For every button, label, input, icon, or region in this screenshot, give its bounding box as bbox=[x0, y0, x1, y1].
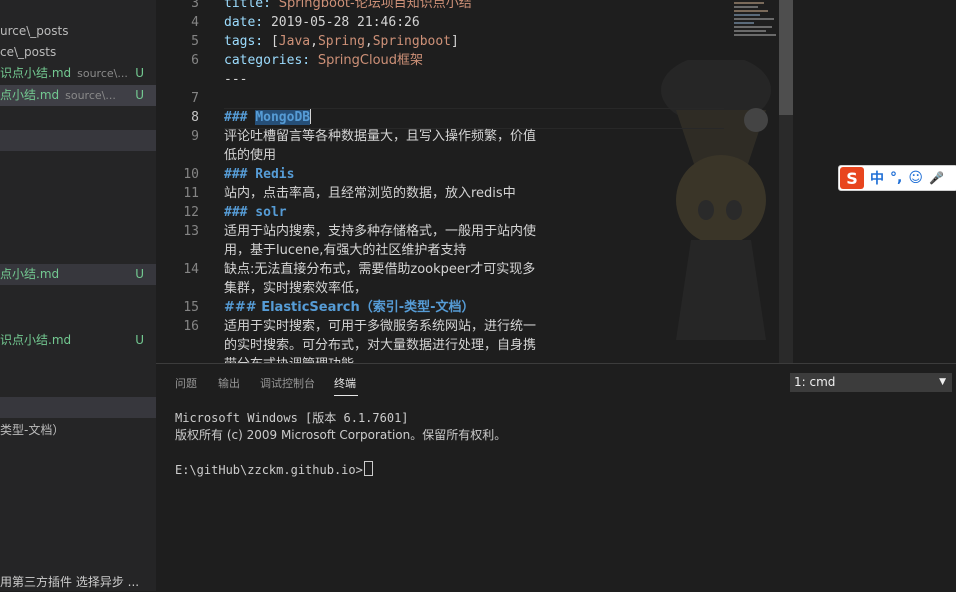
line-number: 3 bbox=[191, 0, 199, 11]
sidebar-item-posts-folder-2[interactable]: ce\_posts bbox=[0, 42, 156, 63]
text-caret bbox=[310, 109, 312, 124]
line-number: 13 bbox=[183, 224, 199, 239]
bottom-panel: 问题 输出 调试控制台 终端 1: cmd ▼ Microsoft Window… bbox=[156, 363, 956, 592]
sidebar-item-label: 点小结.md bbox=[0, 88, 60, 102]
terminal-prompt[interactable]: E:\gitHub\zzckm.github.io> bbox=[175, 461, 373, 479]
code-line: date: 2019-05-28 21:46:26 bbox=[224, 15, 420, 30]
word-highlight: MongoDB bbox=[255, 110, 311, 125]
editor[interactable]: 3 4 5 6 7 8 9 10 11 12 13 14 15 16 title… bbox=[156, 0, 956, 363]
git-untracked-badge: U bbox=[135, 333, 144, 347]
outline-item[interactable]: 类型-文档） bbox=[0, 420, 156, 441]
code-line: ### ElasticSearch（索引-类型-文档） bbox=[224, 300, 475, 315]
sidebar-item-file[interactable]: 点小结.md U bbox=[0, 264, 156, 285]
editor-scrollbar-thumb[interactable] bbox=[779, 0, 793, 115]
code-line-wrap: 用，基于lucene,有强大的社区维护者支持 bbox=[224, 243, 467, 258]
code-line: 适用于站内搜索，支持多种存储格式，一般用于站内使 bbox=[224, 224, 537, 239]
line-number-current: 8 bbox=[191, 110, 199, 125]
minimap[interactable] bbox=[734, 0, 782, 40]
terminal-line: 版权所有 (c) 2009 Microsoft Corporation。保留所有… bbox=[175, 428, 507, 442]
sidebar-item-path: source\... bbox=[77, 67, 128, 80]
code-line: ### Redis bbox=[224, 167, 295, 182]
tab-terminal[interactable]: 终端 bbox=[334, 375, 356, 391]
sidebar-item-file[interactable]: 识点小结.md source\... U bbox=[0, 63, 156, 84]
code-line: title: Springboot-论坛项目知识点小结 bbox=[224, 0, 472, 11]
sidebar-item-label: ce\_posts bbox=[0, 45, 57, 59]
code-line: 适用于实时搜索，可用于多微服务系统网站，进行统一 bbox=[224, 319, 537, 334]
chevron-down-icon: ▼ bbox=[939, 377, 946, 387]
terminal-cursor bbox=[363, 461, 373, 476]
code-line: 评论吐槽留言等各种数据量大，且写入操作频繁，价值 bbox=[224, 129, 537, 144]
line-number: 5 bbox=[191, 34, 199, 49]
sidebar-item-label: 识点小结.md bbox=[0, 333, 72, 347]
line-number: 6 bbox=[191, 53, 199, 68]
terminal-line: Microsoft Windows [版本 6.1.7601] bbox=[175, 411, 409, 425]
terminal-prompt-text: E:\gitHub\zzckm.github.io> bbox=[175, 463, 363, 477]
code-line-wrap: 带分布式协调管理功能 bbox=[224, 355, 354, 363]
line-number: 10 bbox=[183, 167, 199, 182]
code-line-wrap: 的实时搜索。可分布式，对大量数据进行处理，自身携 bbox=[224, 338, 537, 353]
explorer-sidebar: urce\_posts ce\_posts 识点小结.md source\... … bbox=[0, 0, 156, 591]
terminal-select-value: 1: cmd bbox=[794, 375, 836, 389]
line-number: 7 bbox=[191, 91, 199, 106]
code-line-current: ### MongoDB bbox=[224, 109, 312, 125]
code-line: --- bbox=[224, 72, 248, 87]
code-line: ### solr bbox=[224, 205, 287, 220]
sidebar-item-label: 点小结.md bbox=[0, 267, 60, 281]
sidebar-item-file-selected[interactable]: 点小结.md source\... U bbox=[0, 85, 156, 106]
tab-output[interactable]: 输出 bbox=[218, 375, 240, 391]
sidebar-item-path: source\... bbox=[65, 89, 116, 102]
line-number: 11 bbox=[183, 186, 199, 201]
code-line: 缺点:无法直接分布式，需要借助zookpeer才可实现多 bbox=[224, 262, 536, 277]
line-number: 16 bbox=[183, 319, 199, 334]
ime-microphone-icon[interactable]: 🎤 bbox=[929, 171, 944, 185]
terminal-select-dropdown[interactable]: 1: cmd ▼ bbox=[790, 373, 952, 392]
git-untracked-badge: U bbox=[135, 66, 144, 80]
tab-debug-console[interactable]: 调试控制台 bbox=[260, 375, 315, 391]
line-number: 14 bbox=[183, 262, 199, 277]
ime-toolbar[interactable]: S 中 °, ☺ 🎤 bbox=[838, 165, 956, 191]
code-line-wrap: 集群，实时搜索效率低， bbox=[224, 281, 368, 296]
ime-emoji-icon[interactable]: ☺ bbox=[908, 170, 923, 186]
line-number: 15 bbox=[183, 300, 199, 315]
code-line: tags: [Java,Spring,Springboot] bbox=[224, 34, 459, 49]
git-untracked-badge: U bbox=[135, 267, 144, 281]
code-line-wrap: 低的使用 bbox=[224, 148, 277, 163]
sidebar-item-file[interactable]: 识点小结.md U bbox=[0, 330, 156, 351]
code-line: 站内，点击率高，且经常浏览的数据，放入redis中 bbox=[224, 186, 516, 201]
tab-problems[interactable]: 问题 bbox=[175, 375, 197, 391]
line-number: 9 bbox=[191, 129, 199, 144]
git-untracked-badge: U bbox=[135, 88, 144, 102]
sidebar-item-posts-folder[interactable]: urce\_posts bbox=[0, 21, 156, 42]
sogou-logo-icon[interactable]: S bbox=[840, 167, 864, 189]
ime-language-toggle[interactable]: 中 bbox=[870, 168, 884, 188]
sidebar-item-label: 识点小结.md bbox=[0, 66, 72, 80]
code-line: categories: SpringCloud框架 bbox=[224, 53, 424, 68]
sidebar-section-header[interactable] bbox=[0, 130, 156, 151]
line-number: 4 bbox=[191, 15, 199, 30]
outline-item-label: 类型-文档） bbox=[0, 423, 65, 437]
sidebar-section-header[interactable] bbox=[0, 397, 156, 418]
line-number: 12 bbox=[183, 205, 199, 220]
ime-punctuation-toggle[interactable]: °, bbox=[890, 170, 902, 186]
active-tab-indicator bbox=[334, 395, 358, 396]
sidebar-bottom-text: 用第三方插件 选择异步 ... bbox=[0, 575, 140, 589]
sidebar-item-label: urce\_posts bbox=[0, 24, 69, 38]
